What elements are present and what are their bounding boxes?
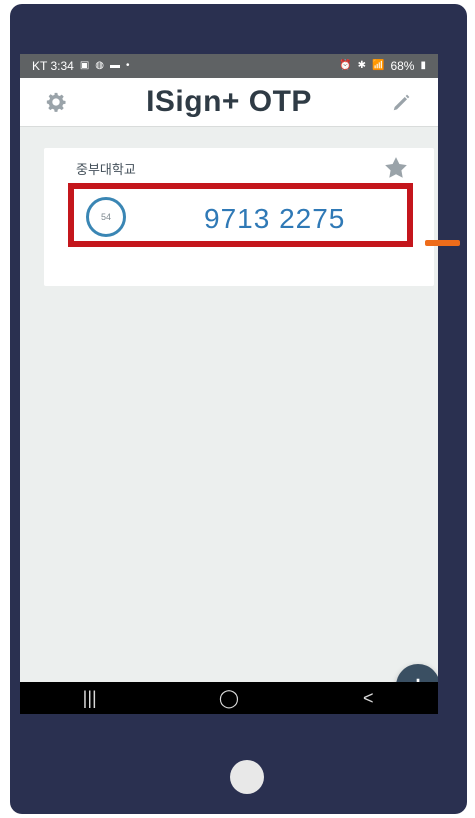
message-icon: ▬ — [110, 60, 120, 71]
callout-connector — [425, 240, 460, 246]
recent-apps-icon: ||| — [82, 687, 97, 708]
app-bar: ISign+ OTP — [20, 78, 438, 126]
settings-gear-icon[interactable] — [44, 90, 68, 114]
otp-highlight-box: 54 9713 2275 — [68, 183, 413, 247]
carrier-time: KT 3:34 — [32, 59, 74, 73]
edit-pencil-icon[interactable] — [390, 90, 414, 114]
alarm-icon: ⏰ — [339, 60, 352, 71]
back-button[interactable]: < — [338, 684, 398, 712]
dot-icon: • — [126, 60, 130, 71]
battery-icon: ▮ — [420, 60, 426, 71]
recent-apps-button[interactable]: ||| — [60, 684, 120, 712]
back-icon: < — [363, 687, 374, 708]
status-bar: KT 3:34 ▣ ◍ ▬ • ⏰ ✱ 📶 68% ▮ — [20, 54, 438, 78]
otp-card[interactable]: 중부대학교 54 9713 2275 — [44, 148, 434, 286]
phone-screen: KT 3:34 ▣ ◍ ▬ • ⏰ ✱ 📶 68% ▮ ISign+ OTP 중… — [20, 54, 438, 714]
timer-seconds: 54 — [100, 212, 111, 222]
star-icon[interactable] — [382, 154, 410, 182]
home-nav-icon: ◯ — [218, 687, 240, 708]
app-title: ISign+ OTP — [146, 85, 312, 118]
battery-percent: 68% — [390, 59, 415, 73]
status-left: KT 3:34 ▣ ◍ ▬ • — [32, 59, 130, 73]
chat-icon: ◍ — [95, 60, 104, 71]
image-icon: ▣ — [79, 60, 90, 71]
otp-code[interactable]: 9713 2275 — [204, 203, 345, 235]
wifi-icon: 📶 — [372, 60, 385, 71]
home-nav-button[interactable]: ◯ — [199, 684, 259, 712]
status-right: ⏰ ✱ 📶 68% ▮ — [339, 59, 426, 73]
android-nav-bar: ||| ◯ < — [20, 682, 438, 714]
organization-name: 중부대학교 — [76, 162, 136, 177]
countdown-timer: 54 — [86, 197, 126, 237]
physical-home-button[interactable] — [230, 760, 264, 794]
bluetooth-icon: ✱ — [357, 60, 366, 71]
